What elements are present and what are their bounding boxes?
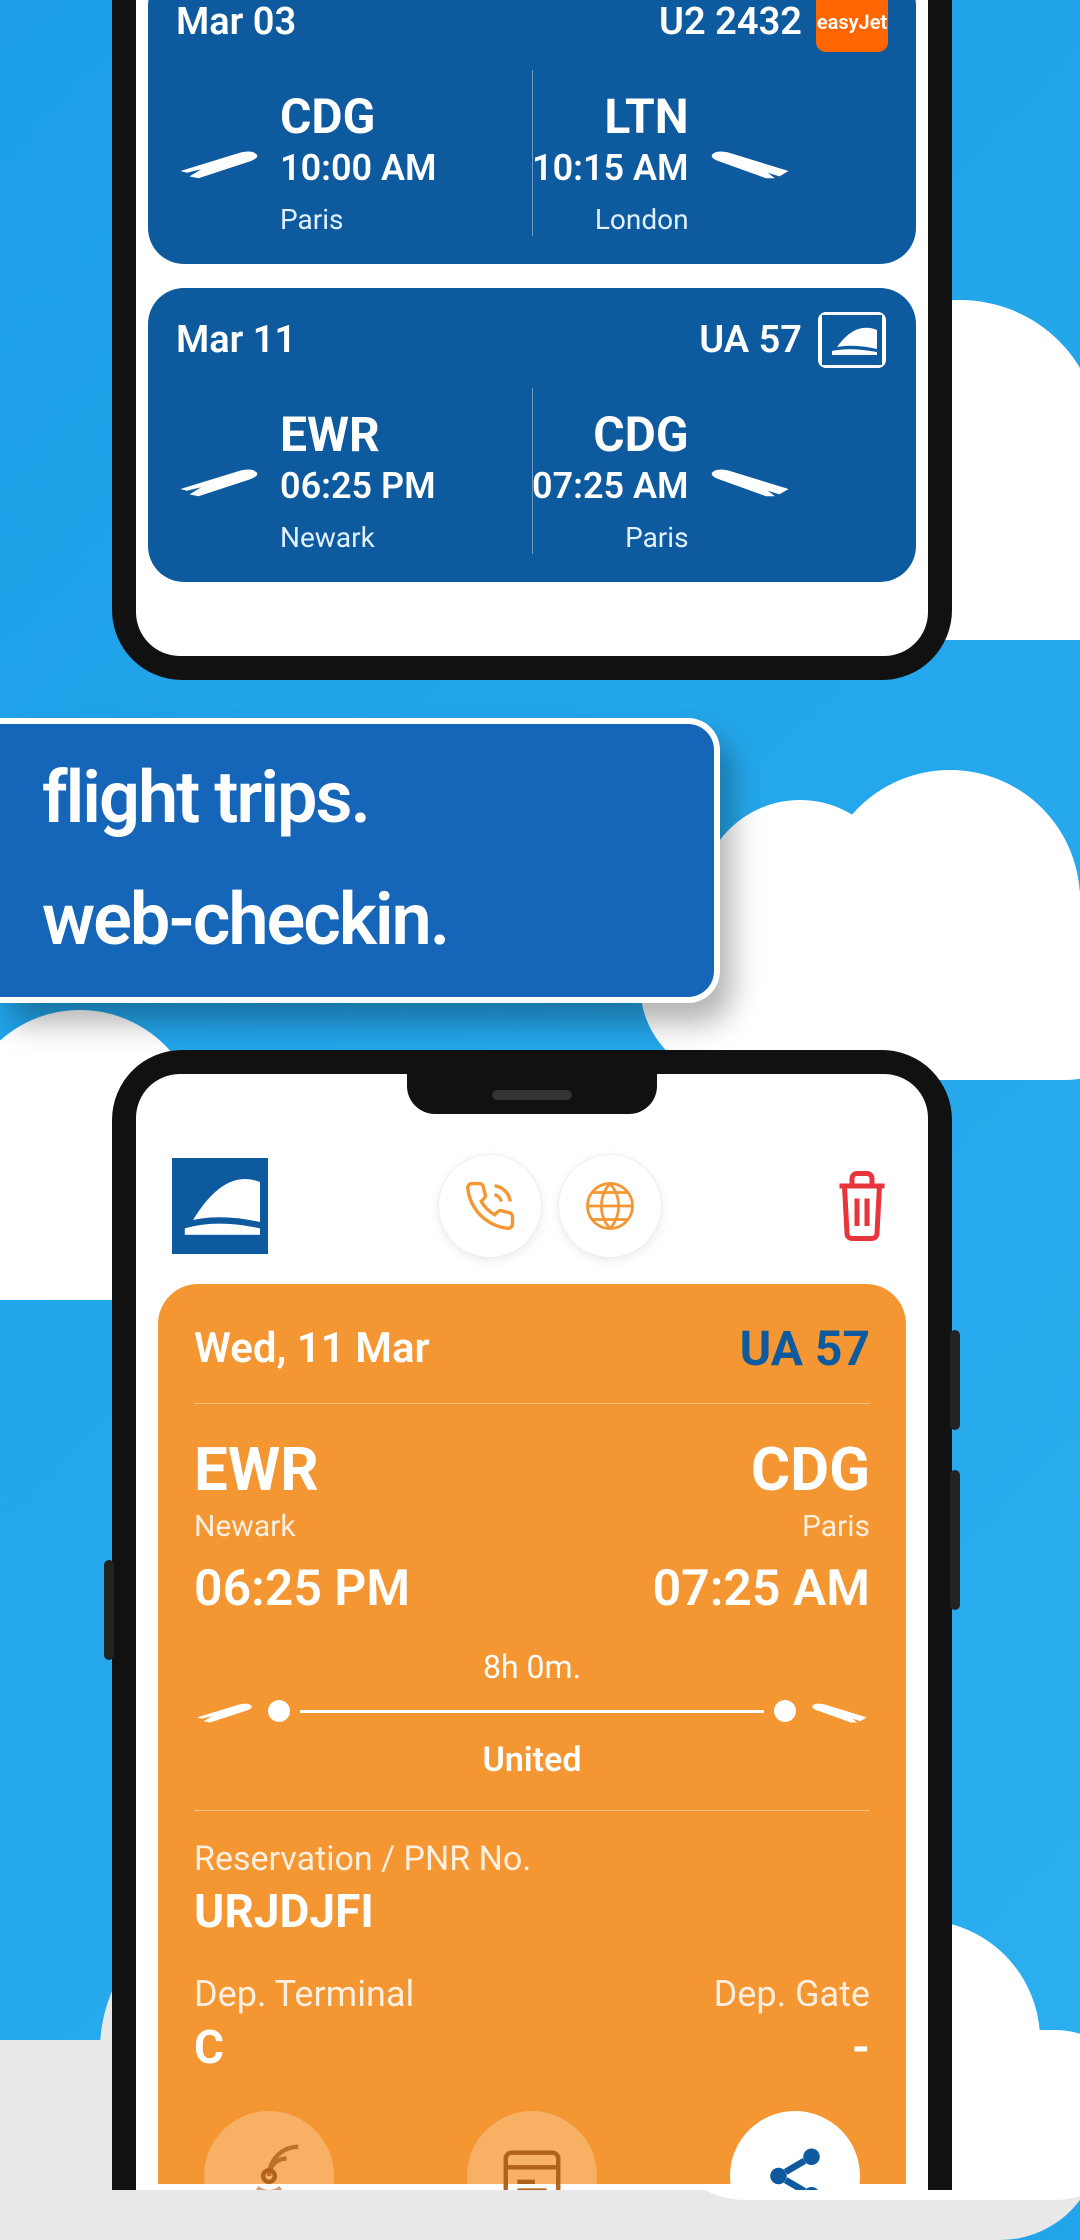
card1-flightno: U2 2432 — [659, 0, 802, 44]
phone-icon — [463, 1179, 517, 1233]
plane-takeoff-icon — [176, 143, 266, 181]
card2-arr-city: Paris — [625, 521, 689, 554]
plane-landing-icon — [703, 461, 793, 499]
plane-landing-icon — [703, 143, 793, 181]
flight-card-1[interactable]: Mar 03 U2 2432 easyJet CDG 10:00 AM Pari… — [148, 0, 916, 264]
web-button[interactable] — [558, 1154, 662, 1258]
overlay-line1: flight trips. — [42, 760, 672, 836]
card1-arr-airport: LTN — [604, 88, 688, 145]
plane-takeoff-icon — [176, 461, 266, 499]
phone-top: Mar 03 U2 2432 easyJet CDG 10:00 AM Pari… — [112, 0, 952, 680]
ticket-airline: United — [482, 1740, 581, 1780]
ticket-date: Wed, 11 Mar — [194, 1324, 430, 1373]
card2-arr-airport: CDG — [593, 406, 688, 463]
ticket-dep-airport: EWR — [194, 1434, 410, 1505]
card1-dep-time: 10:00 AM — [280, 147, 437, 189]
phone-top-screen: Mar 03 U2 2432 easyJet CDG 10:00 AM Pari… — [136, 0, 928, 656]
united-airline-logo — [172, 1158, 268, 1254]
radar-fab[interactable] — [204, 2111, 334, 2190]
card1-arr-city: London — [595, 203, 689, 236]
boarding-fab[interactable] — [467, 2111, 597, 2190]
ticket-arr-city: Paris — [802, 1509, 870, 1544]
card2-date: Mar 11 — [176, 318, 296, 362]
promo-overlay: flight trips. web-checkin. — [0, 718, 720, 1003]
card1-dep-airport: CDG — [280, 88, 437, 145]
plane-landing-icon — [806, 1696, 870, 1726]
ticket-dep-time: 06:25 PM — [194, 1560, 410, 1618]
detail-toolbar — [136, 1134, 928, 1278]
pnr-value: URJDJFI — [194, 1885, 870, 1939]
delete-button[interactable] — [832, 1166, 892, 1246]
card1-arr-time: 10:15 AM — [532, 147, 689, 189]
united-logo — [816, 310, 888, 370]
phone-bottom: Wed, 11 Mar UA 57 EWR Newark 06:25 PM CD… — [112, 1050, 952, 2190]
card2-dep-airport: EWR — [280, 406, 436, 463]
ticket-duration: 8h 0m. — [483, 1648, 581, 1686]
card2-dep-time: 06:25 PM — [280, 465, 436, 507]
easyjet-logo: easyJet — [816, 0, 888, 52]
plane-takeoff-icon — [194, 1696, 258, 1726]
ticket-arr-airport: CDG — [751, 1434, 870, 1505]
card1-date: Mar 03 — [176, 0, 296, 44]
phone-notch — [407, 1074, 657, 1114]
share-icon — [762, 2143, 828, 2190]
ticket-dep-city: Newark — [194, 1509, 410, 1544]
share-fab[interactable] — [730, 2111, 860, 2190]
terminal-value: C — [194, 2021, 532, 2075]
globe-icon — [583, 1179, 637, 1233]
terminal-label: Dep. Terminal — [194, 1973, 532, 2015]
overlay-line2: web-checkin. — [42, 882, 672, 958]
card1-dep-city: Paris — [280, 203, 437, 236]
card2-arr-time: 07:25 AM — [532, 465, 689, 507]
ticket-arr-time: 07:25 AM — [653, 1560, 870, 1618]
flight-card-2[interactable]: Mar 11 UA 57 EWR 06:25 PM Newark — [148, 288, 916, 582]
gate-label: Dep. Gate — [532, 1973, 870, 2015]
card2-dep-city: Newark — [280, 521, 436, 554]
call-button[interactable] — [438, 1154, 542, 1258]
phone-bottom-screen: Wed, 11 Mar UA 57 EWR Newark 06:25 PM CD… — [136, 1074, 928, 2190]
document-icon — [497, 2141, 567, 2190]
ticket-flightno: UA 57 — [740, 1320, 870, 1377]
pnr-label: Reservation / PNR No. — [194, 1839, 870, 1879]
gate-value: - — [532, 2021, 870, 2075]
card2-flightno: UA 57 — [699, 318, 802, 362]
ticket-detail: Wed, 11 Mar UA 57 EWR Newark 06:25 PM CD… — [158, 1284, 906, 2184]
radar-icon — [234, 2141, 304, 2190]
